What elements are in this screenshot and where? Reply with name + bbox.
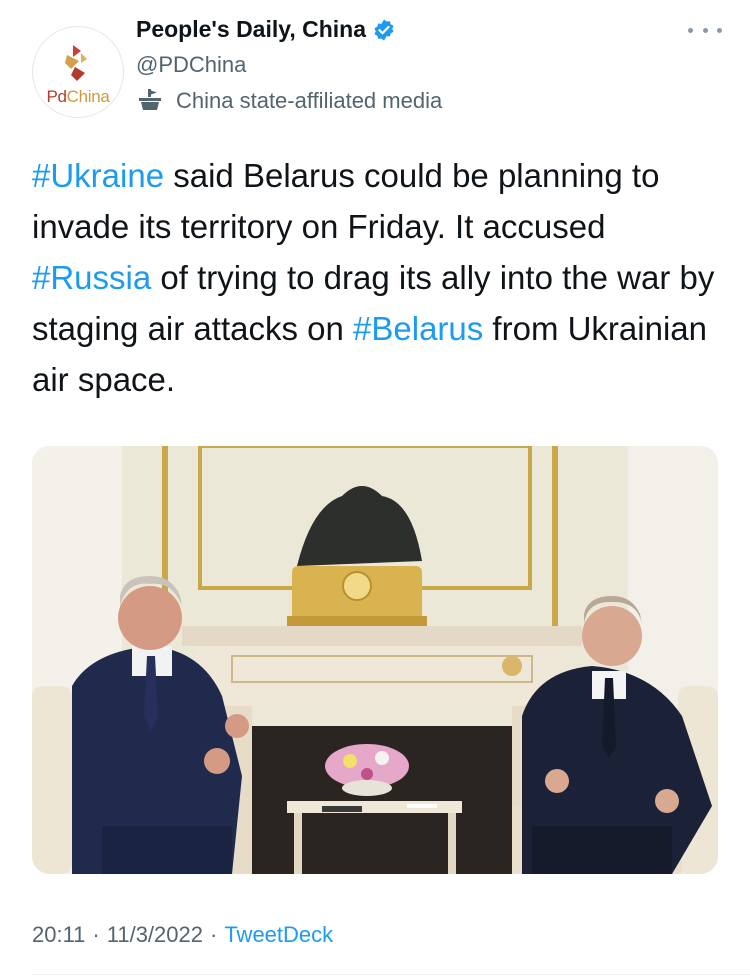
tweet-header: PdChina People's Daily, China @PDChina C… (32, 12, 722, 122)
tweet-photo[interactable] (32, 446, 718, 874)
state-media-label[interactable]: China state-affiliated media (136, 88, 442, 114)
account-handle[interactable]: @PDChina (136, 52, 246, 78)
hashtag-russia[interactable]: #Russia (32, 259, 151, 296)
tweet-time[interactable]: 20:11 (32, 922, 85, 948)
tweet-date[interactable]: 11/3/2022 (107, 922, 203, 948)
avatar-label: PdChina (33, 87, 123, 107)
hashtag-belarus[interactable]: #Belarus (353, 310, 483, 347)
affiliation-text: China state-affiliated media (176, 88, 443, 113)
avatar-label-china: China (66, 87, 110, 106)
meta-separator: · (92, 922, 100, 947)
tweet-source-link[interactable]: TweetDeck (224, 922, 333, 948)
meta-separator: · (210, 922, 218, 947)
state-media-icon (139, 89, 161, 110)
more-options-icon[interactable] (688, 22, 722, 38)
name-row: People's Daily, China (136, 16, 396, 43)
avatar-label-pd: Pd (46, 87, 67, 106)
display-name[interactable]: People's Daily, China (136, 16, 366, 43)
tweet-meta: 20:11 · 11/3/2022 · TweetDeck (32, 922, 333, 948)
verified-badge-icon (374, 19, 394, 40)
tweet-text: #Ukraine said Belarus could be planning … (32, 150, 732, 405)
hashtag-ukraine[interactable]: #Ukraine (32, 157, 164, 194)
avatar[interactable]: PdChina (32, 26, 124, 118)
divider (32, 974, 750, 975)
